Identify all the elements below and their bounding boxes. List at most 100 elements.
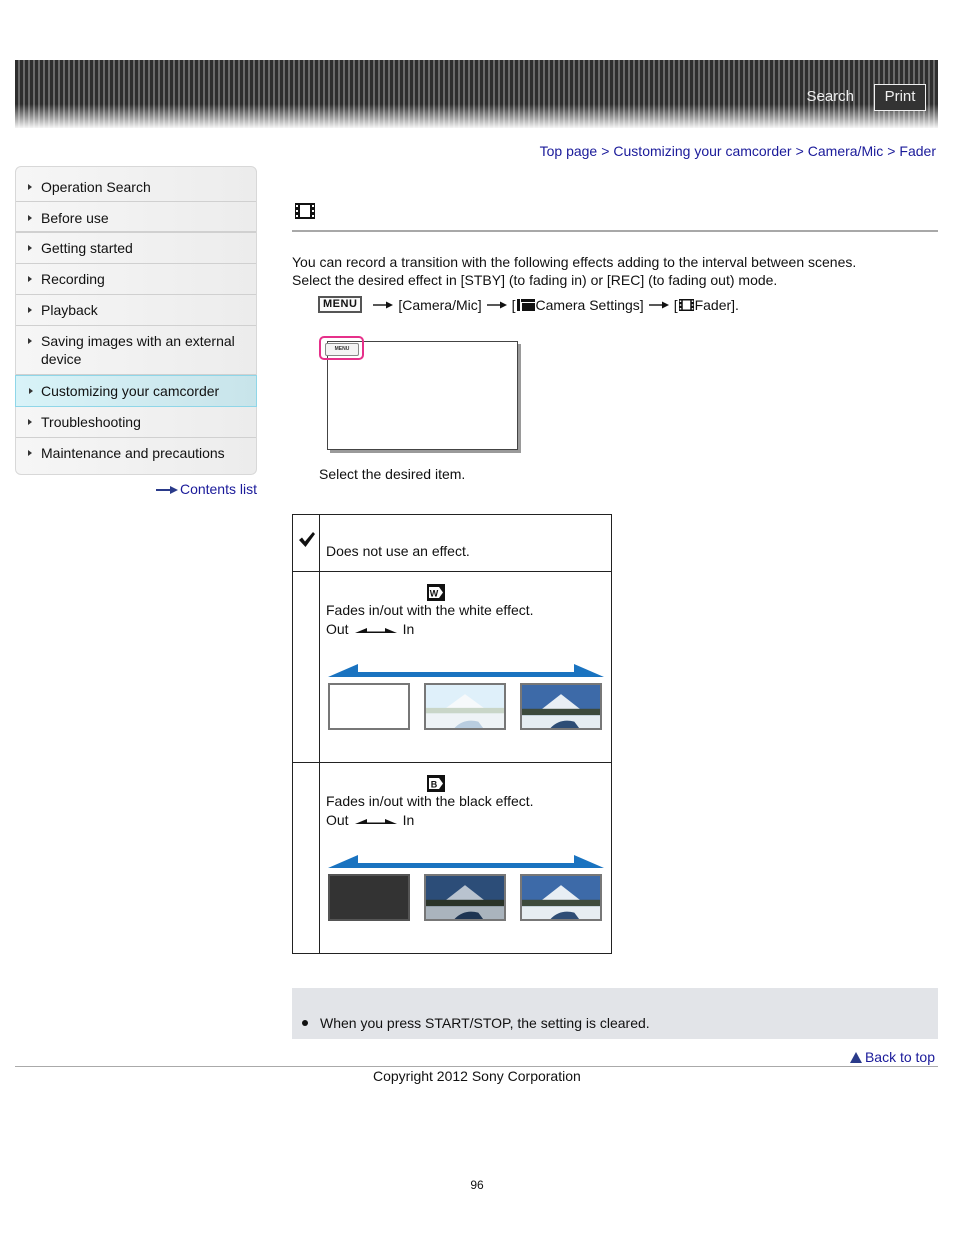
- note-item: When you press START/STOP, the setting i…: [302, 1015, 650, 1031]
- thumbnail-landscape: [520, 683, 602, 730]
- arrow-right-icon: [486, 301, 507, 308]
- menu-step-camera-settings: Camera Settings]: [535, 296, 644, 313]
- page-number: 96: [470, 1178, 484, 1192]
- white-fader-icon: W: [427, 584, 445, 601]
- mark-cell: [292, 762, 320, 954]
- breadcrumb-separator: >: [601, 143, 610, 159]
- thumbnail-black-frame: [328, 874, 410, 921]
- table-row: Does not use an effect.: [292, 514, 612, 572]
- sidebar-item-operation-search[interactable]: Operation Search: [16, 167, 256, 202]
- breadcrumb-top-page[interactable]: Top page: [540, 143, 598, 159]
- triangle-right-icon: [29, 388, 33, 394]
- effects-table: Does not use an effect. W Fades in/out w…: [292, 514, 612, 954]
- option-description: Does not use an effect.: [326, 543, 470, 559]
- sidebar-item-label: Playback: [41, 302, 98, 318]
- breadcrumb-separator: >: [795, 143, 804, 159]
- sidebar-item-label: Operation Search: [41, 179, 151, 195]
- thumbnail-strip: [328, 874, 611, 921]
- sidebar-item-customizing[interactable]: Customizing your camcorder: [15, 375, 257, 407]
- sidebar-item-playback[interactable]: Playback: [16, 295, 256, 326]
- arrow-right-icon: [648, 301, 669, 308]
- camera-settings-icon: [516, 298, 535, 311]
- back-to-top-link[interactable]: Back to top: [849, 1049, 935, 1065]
- note-text: When you press START/STOP, the setting i…: [320, 1015, 650, 1031]
- thumbnail-landscape: [520, 874, 602, 921]
- sidebar-item-label: Troubleshooting: [41, 414, 141, 430]
- arrow-right-icon: [155, 486, 178, 495]
- menu-step-camera-mic: [Camera/Mic]: [398, 296, 482, 313]
- mark-cell: [292, 571, 320, 763]
- intro-text: You can record a transition with the fol…: [292, 253, 856, 289]
- thumbnail-strip: [328, 683, 611, 730]
- triangle-up-icon: [849, 1051, 862, 1063]
- black-fader-icon: B: [427, 775, 445, 792]
- option-description: Fades in/out with the black effect.: [326, 793, 534, 809]
- out-label: Out: [326, 621, 349, 637]
- sidebar-item-saving-images[interactable]: Saving images with an external device: [16, 326, 256, 375]
- breadcrumb-customizing[interactable]: Customizing your camcorder: [613, 143, 791, 159]
- menu-highlight-frame: [319, 336, 364, 360]
- checkmark-icon: [299, 532, 315, 547]
- out-in-arrow-icon: [354, 818, 397, 824]
- breadcrumb-fader[interactable]: Fader: [899, 143, 936, 159]
- sidebar-item-label: Saving images with an external device: [41, 333, 235, 367]
- description-cell: W Fades in/out with the white effect. Ou…: [319, 571, 612, 763]
- out-in-arrow-icon: [354, 627, 397, 633]
- breadcrumb: Top page > Customizing your camcorder > Came…: [540, 143, 936, 159]
- sidebar-item-label: Maintenance and precautions: [41, 445, 225, 461]
- print-button[interactable]: Print: [874, 84, 926, 111]
- triangle-right-icon: [28, 338, 32, 344]
- table-row: W Fades in/out with the white effect. Ou…: [292, 571, 612, 763]
- thumbnail-white-frame: [328, 683, 410, 730]
- transition-arrow-icon: [328, 855, 604, 868]
- search-link[interactable]: Search: [806, 88, 854, 105]
- triangle-right-icon: [28, 276, 32, 282]
- thumbnail-faded-landscape: [424, 683, 506, 730]
- svg-text:B: B: [431, 780, 438, 790]
- sidebar-item-label: Before use: [41, 210, 109, 226]
- contents-list-link[interactable]: Contents list: [155, 481, 257, 497]
- option-description: Fades in/out with the white effect.: [326, 602, 534, 618]
- bracket: [: [673, 296, 678, 313]
- out-label: Out: [326, 812, 349, 828]
- breadcrumb-camera-mic[interactable]: Camera/Mic: [808, 143, 883, 159]
- copyright: Copyright 2012 Sony Corporation: [373, 1068, 581, 1084]
- in-label: In: [402, 812, 415, 828]
- mark-cell: [292, 514, 320, 572]
- sidebar-item-troubleshooting[interactable]: Troubleshooting: [16, 407, 256, 438]
- triangle-right-icon: [28, 215, 32, 221]
- sidebar-item-label: Customizing your camcorder: [41, 383, 220, 399]
- triangle-right-icon: [28, 419, 32, 425]
- header-bar: Search Print: [15, 60, 938, 128]
- bracket: [: [511, 296, 516, 313]
- sidebar-nav: Operation Search Before use Getting star…: [15, 166, 257, 475]
- sidebar-item-label: Getting started: [41, 240, 133, 256]
- sidebar-item-maintenance[interactable]: Maintenance and precautions: [16, 438, 256, 468]
- menu-key-icon: MENU: [318, 296, 363, 313]
- bullet-icon: [302, 1020, 308, 1026]
- triangle-right-icon: [28, 184, 32, 190]
- fader-film-icon: [295, 203, 315, 219]
- footer-divider: [15, 1066, 938, 1067]
- sidebar-item-recording[interactable]: Recording: [16, 264, 256, 295]
- fader-film-icon: [678, 298, 694, 311]
- contents-list-label: Contents list: [179, 481, 257, 497]
- triangle-right-icon: [28, 307, 32, 313]
- note-box: When you press START/STOP, the setting i…: [292, 988, 938, 1039]
- table-row: B Fades in/out with the black effect. Ou…: [292, 762, 612, 954]
- sidebar-item-before-use[interactable]: Before use: [16, 202, 256, 233]
- triangle-right-icon: [28, 245, 32, 251]
- breadcrumb-separator: >: [887, 143, 896, 159]
- back-to-top-label: Back to top: [864, 1049, 935, 1065]
- thumbnail-darkened-landscape: [424, 874, 506, 921]
- triangle-right-icon: [28, 450, 32, 456]
- menu-path: MENU [Camera/Mic] [ Camera Settings] [ F…: [318, 296, 739, 313]
- sidebar-item-label: Recording: [41, 271, 105, 287]
- intro-line: Select the desired effect in [STBY] (to …: [292, 272, 778, 288]
- menu-step-fader: Fader].: [694, 296, 739, 313]
- description-cell: Does not use an effect.: [319, 514, 612, 572]
- svg-text:W: W: [430, 589, 439, 599]
- in-label: In: [402, 621, 415, 637]
- out-in-indicator: Out In: [326, 620, 611, 639]
- sidebar-item-getting-started[interactable]: Getting started: [16, 233, 256, 264]
